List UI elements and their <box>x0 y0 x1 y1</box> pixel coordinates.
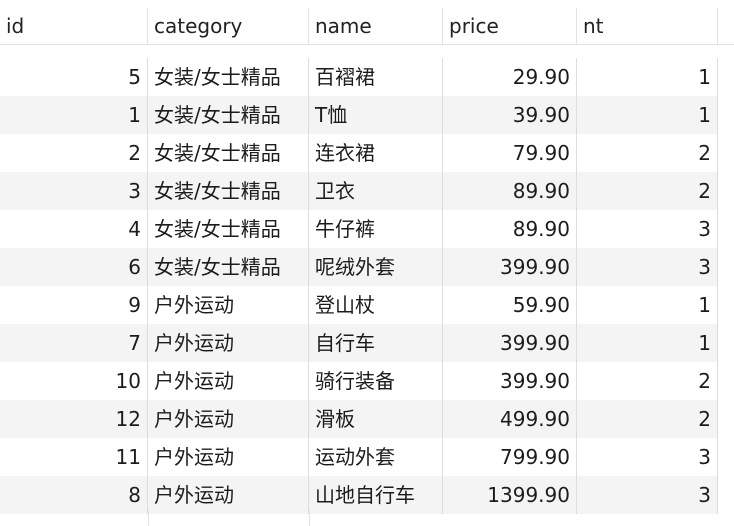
table-row[interactable]: 10 户外运动 骑行装备 399.90 2 <box>0 362 718 400</box>
cell-name[interactable]: 登山杖 <box>309 286 443 324</box>
cell-nt[interactable]: 3 <box>577 210 718 248</box>
table-row[interactable]: 11 户外运动 运动外套 799.90 3 <box>0 438 718 476</box>
cell-name[interactable]: 自行车 <box>309 324 443 362</box>
table-row[interactable]: 9 户外运动 登山杖 59.90 1 <box>0 286 718 324</box>
cell-nt[interactable]: 2 <box>577 400 718 438</box>
cell-name[interactable]: 牛仔裤 <box>309 210 443 248</box>
table-row[interactable]: 2 女装/女士精品 连衣裙 79.90 2 <box>0 134 718 172</box>
cell-category[interactable]: 户外运动 <box>148 438 309 476</box>
cell-price[interactable]: 399.90 <box>443 324 577 362</box>
cell-name[interactable]: 骑行装备 <box>309 362 443 400</box>
table-row[interactable]: 12 户外运动 滑板 499.90 2 <box>0 400 718 438</box>
cell-category[interactable]: 户外运动 <box>148 362 309 400</box>
cell-category[interactable]: 女装/女士精品 <box>148 210 309 248</box>
table-row[interactable]: 4 女装/女士精品 牛仔裤 89.90 3 <box>0 210 718 248</box>
cell-category[interactable]: 户外运动 <box>148 400 309 438</box>
cell-category[interactable]: 户外运动 <box>148 286 309 324</box>
cell-id[interactable]: 6 <box>0 248 148 286</box>
column-divider <box>309 510 310 526</box>
cell-category[interactable]: 女装/女士精品 <box>148 58 309 96</box>
column-header-id[interactable]: id <box>0 8 148 44</box>
cell-price[interactable]: 799.90 <box>443 438 577 476</box>
cell-name[interactable]: 运动外套 <box>309 438 443 476</box>
cell-id[interactable]: 10 <box>0 362 148 400</box>
cell-id[interactable]: 11 <box>0 438 148 476</box>
table-row[interactable]: 5 女装/女士精品 百褶裙 29.90 1 <box>0 58 718 96</box>
cell-id[interactable]: 7 <box>0 324 148 362</box>
cell-category[interactable]: 户外运动 <box>148 476 309 514</box>
cell-nt[interactable]: 2 <box>577 134 718 172</box>
cell-id[interactable]: 9 <box>0 286 148 324</box>
column-header-row: id category name price nt <box>0 8 734 45</box>
results-grid[interactable]: id category name price nt 5 女装/女士精品 百褶裙 29.… <box>0 0 734 526</box>
table-row[interactable]: 7 户外运动 自行车 399.90 1 <box>0 324 718 362</box>
cell-price[interactable]: 79.90 <box>443 134 577 172</box>
cell-name[interactable]: 呢绒外套 <box>309 248 443 286</box>
cell-nt[interactable]: 1 <box>577 58 718 96</box>
cell-price[interactable]: 89.90 <box>443 172 577 210</box>
column-header-nt[interactable]: nt <box>577 8 718 44</box>
column-header-category[interactable]: category <box>148 8 309 44</box>
cell-price[interactable]: 399.90 <box>443 362 577 400</box>
cell-price[interactable]: 59.90 <box>443 286 577 324</box>
cell-id[interactable]: 4 <box>0 210 148 248</box>
cell-price[interactable]: 29.90 <box>443 58 577 96</box>
cell-nt[interactable]: 1 <box>577 96 718 134</box>
cell-name[interactable]: 百褶裙 <box>309 58 443 96</box>
cell-nt[interactable]: 3 <box>577 248 718 286</box>
cell-category[interactable]: 女装/女士精品 <box>148 248 309 286</box>
cell-id[interactable]: 3 <box>0 172 148 210</box>
cell-name[interactable]: T恤 <box>309 96 443 134</box>
cell-id[interactable]: 1 <box>0 96 148 134</box>
cell-category[interactable]: 户外运动 <box>148 324 309 362</box>
cell-name[interactable]: 连衣裙 <box>309 134 443 172</box>
cell-nt[interactable]: 1 <box>577 324 718 362</box>
cell-name[interactable]: 山地自行车 <box>309 476 443 514</box>
cell-price[interactable]: 1399.90 <box>443 476 577 514</box>
table-row[interactable]: 1 女装/女士精品 T恤 39.90 1 <box>0 96 718 134</box>
cell-nt[interactable]: 2 <box>577 362 718 400</box>
column-header-name[interactable]: name <box>309 8 443 44</box>
cell-price[interactable]: 89.90 <box>443 210 577 248</box>
cell-category[interactable]: 女装/女士精品 <box>148 134 309 172</box>
cell-name[interactable]: 滑板 <box>309 400 443 438</box>
table-row[interactable]: 8 户外运动 山地自行车 1399.90 3 <box>0 476 718 514</box>
cell-category[interactable]: 女装/女士精品 <box>148 172 309 210</box>
cell-name[interactable]: 卫衣 <box>309 172 443 210</box>
table-row[interactable]: 3 女装/女士精品 卫衣 89.90 2 <box>0 172 718 210</box>
cell-price[interactable]: 499.90 <box>443 400 577 438</box>
cell-nt[interactable]: 3 <box>577 438 718 476</box>
cell-nt[interactable]: 2 <box>577 172 718 210</box>
cell-id[interactable]: 5 <box>0 58 148 96</box>
cell-category[interactable]: 女装/女士精品 <box>148 96 309 134</box>
cell-id[interactable]: 2 <box>0 134 148 172</box>
column-divider <box>148 510 149 526</box>
cell-id[interactable]: 12 <box>0 400 148 438</box>
cell-price[interactable]: 399.90 <box>443 248 577 286</box>
cell-nt[interactable]: 3 <box>577 476 718 514</box>
table-row[interactable]: 6 女装/女士精品 呢绒外套 399.90 3 <box>0 248 718 286</box>
cell-nt[interactable]: 1 <box>577 286 718 324</box>
cell-id[interactable]: 8 <box>0 476 148 514</box>
column-header-price[interactable]: price <box>443 8 577 44</box>
cell-price[interactable]: 39.90 <box>443 96 577 134</box>
